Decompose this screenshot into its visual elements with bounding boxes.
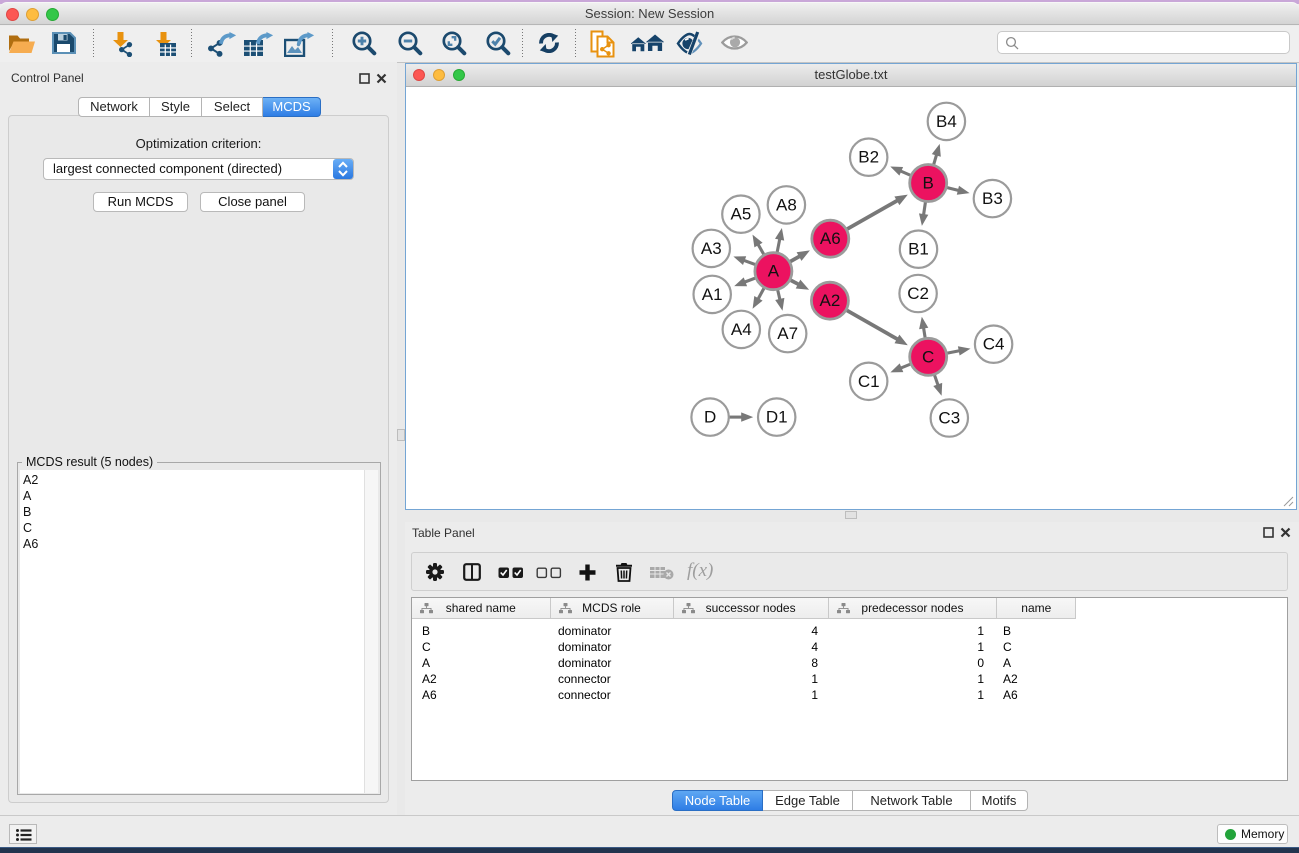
svg-text:C3: C3 xyxy=(938,409,960,428)
svg-text:C2: C2 xyxy=(907,284,929,303)
svg-text:A6: A6 xyxy=(820,229,841,248)
svg-text:A5: A5 xyxy=(731,205,752,224)
svg-text:A1: A1 xyxy=(702,285,723,304)
svg-text:A8: A8 xyxy=(776,195,797,214)
svg-text:C1: C1 xyxy=(858,372,880,391)
svg-text:B3: B3 xyxy=(982,189,1003,208)
svg-text:B1: B1 xyxy=(908,240,929,259)
svg-text:A2: A2 xyxy=(820,291,841,310)
svg-text:A7: A7 xyxy=(777,324,798,343)
svg-text:A3: A3 xyxy=(701,239,722,258)
svg-text:D1: D1 xyxy=(766,408,788,427)
svg-text:A4: A4 xyxy=(731,320,752,339)
svg-text:C: C xyxy=(922,347,934,366)
svg-text:B4: B4 xyxy=(936,112,957,131)
svg-text:D: D xyxy=(704,408,716,427)
svg-text:A: A xyxy=(768,262,780,281)
svg-text:B: B xyxy=(923,174,934,193)
svg-text:C4: C4 xyxy=(983,335,1005,354)
svg-text:B2: B2 xyxy=(858,148,879,167)
